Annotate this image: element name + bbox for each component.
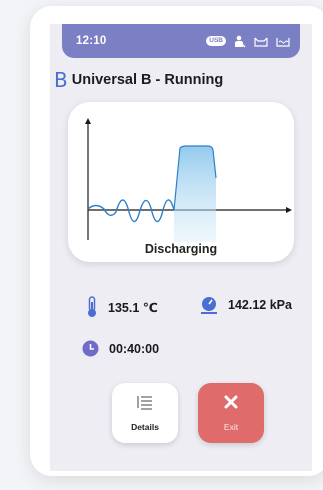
exit-button[interactable]: Exit (198, 383, 264, 443)
tray-icon (254, 36, 268, 47)
temperature-value: 135.1 ℃ (108, 300, 158, 315)
pressure-value: 142.12 kPa (228, 298, 292, 312)
usb-icon: USB (206, 36, 226, 46)
screen: 12:10 USB B Universal B - Running Discha… (50, 24, 312, 471)
details-list-icon (136, 394, 154, 415)
pressure-gauge-icon (200, 296, 218, 314)
discharge-area (174, 146, 216, 242)
cycle-chart-card: Discharging (68, 102, 294, 262)
details-button[interactable]: Details (112, 383, 178, 443)
status-icons: USB (206, 35, 290, 48)
exit-button-label: Exit (223, 422, 239, 432)
brand-logo: B (54, 68, 68, 92)
temperature-reading: 135.1 ℃ (86, 296, 158, 318)
thermometer-icon (86, 296, 98, 318)
bath-icon (276, 36, 290, 47)
close-icon (223, 394, 239, 415)
details-button-label: Details (131, 422, 159, 432)
phase-label: Discharging (144, 242, 218, 256)
pulse-curve (87, 199, 175, 223)
clock-icon (82, 340, 99, 357)
page-title: Universal B - Running (71, 72, 224, 88)
timer-reading: 00:40:00 (82, 340, 159, 357)
pressure-reading: 142.12 kPa (200, 296, 292, 314)
graph-y-axis-arrow (85, 118, 91, 124)
title-row: B Universal B - Running (54, 70, 223, 90)
cycle-graph (85, 118, 292, 242)
graph-x-axis-arrow (286, 207, 292, 213)
clock: 12:10 (76, 35, 107, 47)
status-bar: 12:10 USB (62, 24, 300, 58)
timer-value: 00:40:00 (109, 341, 160, 356)
user-icon (234, 35, 246, 48)
